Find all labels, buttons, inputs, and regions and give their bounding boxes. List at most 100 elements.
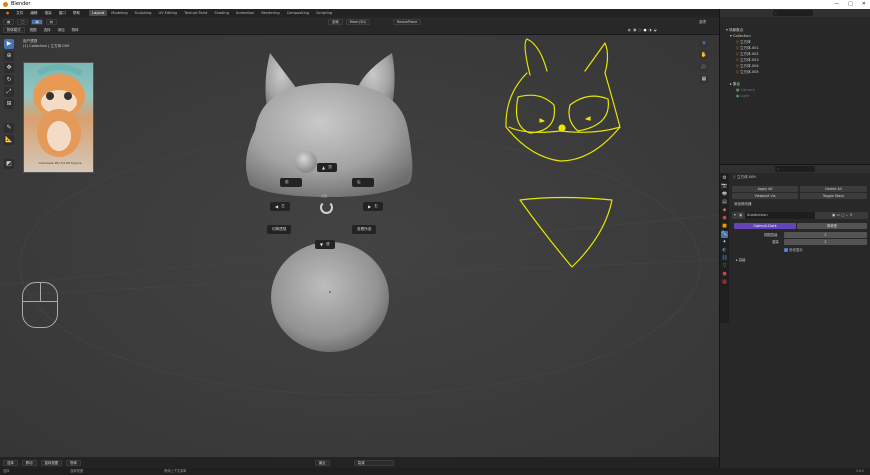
modifier-expand-icon[interactable]: ▾ xyxy=(734,212,736,219)
scale-tool[interactable]: ⤢ xyxy=(4,87,14,97)
pie-left-upper[interactable]: 前 xyxy=(280,178,302,187)
modifier-name-field[interactable]: Subdivision xyxy=(745,212,815,219)
options-dropdown[interactable]: 选项 xyxy=(697,20,708,25)
physics-tab-icon[interactable]: ◐ xyxy=(721,247,728,254)
tab-scripting[interactable]: Scripting xyxy=(313,10,335,16)
menu-edit[interactable]: 编辑 xyxy=(27,9,40,17)
modifier-toggles[interactable]: ▣ ▭ ▢ ⌄ ✕ xyxy=(832,212,853,219)
proportional-dropdown[interactable]: 衰减 xyxy=(353,459,394,466)
maximize-button[interactable]: □ xyxy=(848,0,853,9)
delete-all-button[interactable]: Delete All xyxy=(800,186,867,192)
catmull-clark-button[interactable]: Catmull-Clark xyxy=(734,223,796,229)
keying-dropdown[interactable]: 移动 xyxy=(21,459,37,466)
view-dropdown[interactable]: 旋转视图 xyxy=(40,459,63,466)
marker-dropdown[interactable]: 物体 xyxy=(66,459,81,466)
minimize-button[interactable]: — xyxy=(834,0,839,9)
world-tab-icon[interactable]: ● xyxy=(721,215,728,222)
reference-image[interactable]: Cute Kawaii Mini Fox Pet Figurine xyxy=(23,62,94,173)
pivot-dropdown[interactable]: Mesh(3D) xyxy=(345,19,370,25)
particles-tab-icon[interactable]: ✦ xyxy=(721,239,728,246)
snap-dropdown[interactable]: ResizePlane xyxy=(393,19,422,25)
pie-left[interactable]: ◀ 左 xyxy=(270,202,290,211)
scene-tab-icon[interactable]: ◈ xyxy=(721,207,728,214)
shading-wire-icon[interactable]: ○ xyxy=(638,28,641,32)
outliner-object-5[interactable]: ▽ 立方体.005 xyxy=(720,69,870,75)
modifier-tab-icon[interactable]: 🔧 xyxy=(721,231,728,238)
object-tab-icon[interactable]: ■ xyxy=(721,223,728,230)
move-tool[interactable]: ✥ xyxy=(4,63,14,73)
toggle-stack-button[interactable]: Toggle Stack xyxy=(800,193,867,199)
pie-bottom[interactable]: ▼ 底 xyxy=(315,240,335,249)
playback-dropdown[interactable]: 选择 xyxy=(3,459,18,466)
viewport-vis-button[interactable]: Viewport Vis xyxy=(732,193,798,199)
properties-search[interactable]: ⌕ xyxy=(775,166,815,172)
tab-uv-editing[interactable]: UV Editing xyxy=(155,10,180,16)
levels-viewport-label: 视图层级 xyxy=(764,233,778,237)
tab-texture-paint[interactable]: Texture Paint xyxy=(181,10,210,16)
zoom-icon[interactable]: ◉ xyxy=(699,38,709,48)
tab-compositing[interactable]: Compositing xyxy=(284,10,313,16)
xray-toggle-icon[interactable]: ▣ xyxy=(633,28,636,32)
close-button[interactable]: ✕ xyxy=(862,0,866,9)
menu-add[interactable]: 添加 xyxy=(56,28,67,33)
tab-animation[interactable]: Animation xyxy=(233,10,257,16)
pie-top[interactable]: ▲ 顶 xyxy=(317,163,337,172)
menu-render[interactable]: 渲染 xyxy=(42,9,55,17)
levels-viewport-field[interactable]: 2 xyxy=(784,232,867,238)
material-tab-icon[interactable]: ● xyxy=(721,271,728,278)
data-tab-icon[interactable]: ▽ xyxy=(721,263,728,270)
overlay-toggle-icon[interactable]: ◐ xyxy=(628,28,631,32)
tab-rendering[interactable]: Rendering xyxy=(258,10,282,16)
annotate-tool[interactable]: ✎ xyxy=(4,123,14,133)
render-tab-icon[interactable]: 📷 xyxy=(721,183,728,190)
pie-right[interactable]: ▶ 右 xyxy=(363,202,383,211)
cursor-tool[interactable]: ⊕ xyxy=(4,51,14,61)
outliner-light[interactable]: ● Light xyxy=(720,93,870,99)
advanced-subpanel[interactable]: ▸ 高级 xyxy=(736,257,746,262)
constraints-tab-icon[interactable]: ⛓ xyxy=(721,255,728,262)
camera-view-icon[interactable]: 🎥 xyxy=(699,62,709,72)
optimal-display-checkbox[interactable]: ✓ 优化显示 xyxy=(784,247,803,252)
menu-object[interactable]: 物体 xyxy=(70,28,81,33)
blender-menu-icon[interactable]: ● xyxy=(3,9,12,17)
search-icon[interactable]: ⌕ xyxy=(773,10,813,16)
3d-viewport[interactable]: Cute Kawaii Mini Fox Pet Figurine 用户透视 (… xyxy=(0,35,719,457)
snap-target-dropdown[interactable]: 最近 xyxy=(314,459,330,466)
editor-type-icon[interactable]: ▦ xyxy=(3,19,15,25)
texture-tab-icon[interactable]: ▦ xyxy=(721,279,728,286)
tool-tab-icon[interactable]: ⚙ xyxy=(721,175,728,182)
shading-rendered-icon[interactable]: ◒ xyxy=(654,28,657,32)
measure-tool[interactable]: 📐 xyxy=(4,135,14,145)
pie-right-lower[interactable]: 查看所选 xyxy=(352,225,377,234)
menu-file[interactable]: 文件 xyxy=(13,9,26,17)
ortho-toggle-icon[interactable]: ▦ xyxy=(699,74,709,84)
view-layer-tab-icon[interactable]: ▤ xyxy=(721,199,728,206)
pie-right-upper[interactable]: 后 xyxy=(352,178,374,187)
simple-button[interactable]: 简单型 xyxy=(797,223,867,229)
menu-view[interactable]: 视图 xyxy=(28,28,39,33)
tab-layout[interactable]: Layout xyxy=(89,10,108,16)
menu-select[interactable]: 选择 xyxy=(42,28,53,33)
mode-dropdown[interactable]: 物体模式 xyxy=(3,27,25,33)
output-tab-icon[interactable]: 🖶 xyxy=(721,191,728,198)
add-modifier-dropdown[interactable]: 添加修改器 xyxy=(734,202,752,207)
orientation-dropdown[interactable]: 全局 xyxy=(327,19,343,25)
tab-sculpting[interactable]: Sculpting xyxy=(132,10,155,16)
apply-all-button[interactable]: Apply All xyxy=(732,186,798,192)
rotate-tool[interactable]: ↻ xyxy=(4,75,14,85)
select-box-tool[interactable]: ▶ xyxy=(4,39,14,49)
tab-shading[interactable]: Shading xyxy=(211,10,232,16)
shading-solid-icon[interactable]: ● xyxy=(643,28,646,32)
select-box-icon[interactable]: ▣ xyxy=(31,19,43,25)
menu-window[interactable]: 窗口 xyxy=(56,9,69,17)
pie-left-lower[interactable]: 切换透视 xyxy=(267,225,292,234)
menu-help[interactable]: 帮助 xyxy=(70,9,83,17)
render-levels-field[interactable]: 2 xyxy=(784,239,867,245)
add-cube-tool[interactable]: ◩ xyxy=(4,159,14,169)
tab-modeling[interactable]: Modeling xyxy=(108,10,130,16)
transform-tool[interactable]: ⊞ xyxy=(4,99,14,109)
select-extend-icon[interactable]: ▤ xyxy=(45,19,57,25)
shading-material-icon[interactable]: ◑ xyxy=(649,28,652,32)
select-mode-button[interactable]: ▢ xyxy=(17,19,29,25)
pan-icon[interactable]: ✋ xyxy=(699,50,709,60)
